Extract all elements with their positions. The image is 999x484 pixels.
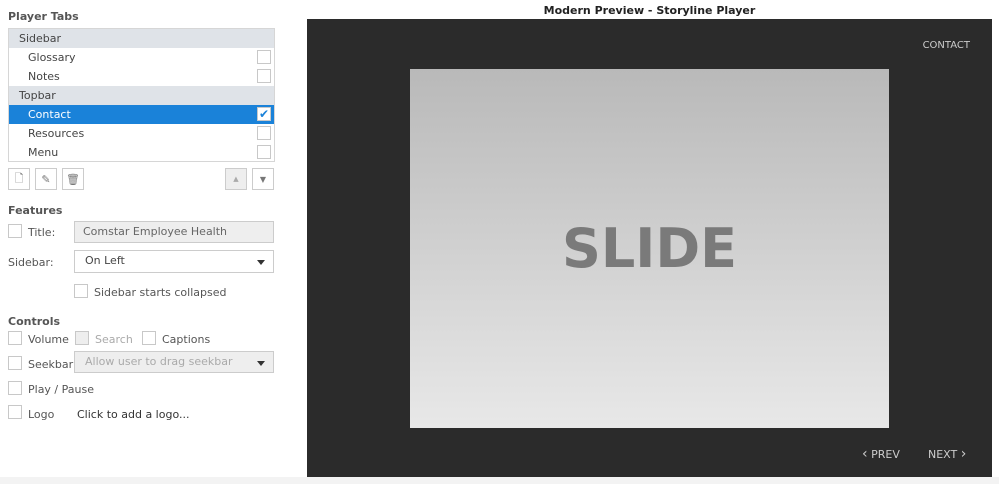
tab-label: Contact: [28, 108, 71, 121]
contact-tab[interactable]: CONTACT: [923, 40, 970, 51]
slide-text: SLIDE: [561, 217, 738, 280]
controls-heading: Controls: [8, 315, 61, 328]
preview-title: Modern Preview - Storyline Player: [543, 4, 756, 17]
tab-label: Glossary: [28, 51, 76, 64]
move-down-button[interactable]: ▼: [252, 168, 274, 190]
move-up-button[interactable]: ▲: [225, 168, 247, 190]
logo-label: Logo: [28, 408, 55, 421]
trash-icon: 🗑: [66, 172, 80, 186]
notes-checkbox[interactable]: [257, 69, 271, 83]
title-label: Title:: [28, 226, 56, 239]
prev-button[interactable]: ‹ PREV: [862, 446, 900, 462]
playpause-checkbox[interactable]: [8, 381, 22, 395]
sidebar-collapsed-label: Sidebar starts collapsed: [94, 286, 227, 299]
sidebar-select[interactable]: On Left: [74, 250, 274, 273]
volume-checkbox[interactable]: [8, 331, 22, 345]
arrow-down-icon: ▼: [259, 174, 267, 184]
tab-contact[interactable]: Contact ✔: [9, 105, 274, 124]
volume-label: Volume: [28, 333, 69, 346]
glossary-checkbox[interactable]: [257, 50, 271, 64]
arrow-up-icon: ▲: [233, 175, 239, 183]
playpause-label: Play / Pause: [28, 383, 94, 396]
seekbar-checkbox[interactable]: [8, 356, 22, 370]
seekbar-select[interactable]: Allow user to drag seekbar: [74, 351, 274, 373]
sidebar-select-value: On Left: [85, 254, 125, 267]
tab-notes[interactable]: Notes: [9, 67, 274, 86]
player-tabs-heading: Player Tabs: [8, 10, 79, 23]
title-checkbox[interactable]: [8, 224, 22, 238]
seekbar-select-value: Allow user to drag seekbar: [85, 355, 233, 368]
delete-tab-button[interactable]: 🗑: [62, 168, 84, 190]
prev-label: PREV: [871, 448, 900, 461]
bottom-bar: [0, 477, 999, 484]
captions-checkbox[interactable]: [142, 331, 156, 345]
group-sidebar[interactable]: Sidebar: [9, 29, 274, 48]
captions-label: Captions: [162, 333, 211, 346]
next-label: NEXT: [928, 448, 958, 461]
chevron-left-icon: ‹: [862, 446, 868, 462]
tab-glossary[interactable]: Glossary: [9, 48, 274, 67]
tab-label: Menu: [28, 146, 59, 159]
seekbar-label: Seekbar: [28, 358, 74, 371]
slide-area: SLIDE: [410, 69, 889, 428]
group-topbar[interactable]: Topbar: [9, 86, 274, 105]
features-heading: Features: [8, 204, 63, 217]
chevron-right-icon: ›: [960, 446, 967, 462]
sidebar-label: Sidebar:: [8, 256, 54, 269]
tab-label: Resources: [28, 127, 85, 140]
add-logo-link[interactable]: Click to add a logo...: [77, 408, 189, 421]
title-input[interactable]: Comstar Employee Health: [74, 221, 274, 243]
player-preview: CONTACT SLIDE ‹ PREV NEXT ›: [307, 19, 992, 477]
search-label: Search: [95, 333, 133, 346]
new-file-icon: 🗋: [14, 171, 24, 185]
contact-checkbox[interactable]: ✔: [257, 107, 271, 121]
tab-label: Notes: [28, 70, 60, 83]
edit-tab-button[interactable]: ✎: [35, 168, 57, 190]
tab-resources[interactable]: Resources: [9, 124, 274, 143]
logo-checkbox[interactable]: [8, 405, 22, 419]
menu-checkbox[interactable]: [257, 145, 271, 159]
tab-menu[interactable]: Menu: [9, 143, 274, 162]
next-button[interactable]: NEXT ›: [928, 446, 966, 462]
new-tab-button[interactable]: 🗋: [8, 168, 30, 190]
player-tabs-list: Sidebar Glossary Notes Topbar Contact ✔ R…: [8, 28, 275, 162]
search-checkbox[interactable]: [75, 331, 89, 345]
sidebar-collapsed-checkbox[interactable]: [74, 284, 88, 298]
edit-icon: ✎: [41, 172, 51, 186]
resources-checkbox[interactable]: [257, 126, 271, 140]
